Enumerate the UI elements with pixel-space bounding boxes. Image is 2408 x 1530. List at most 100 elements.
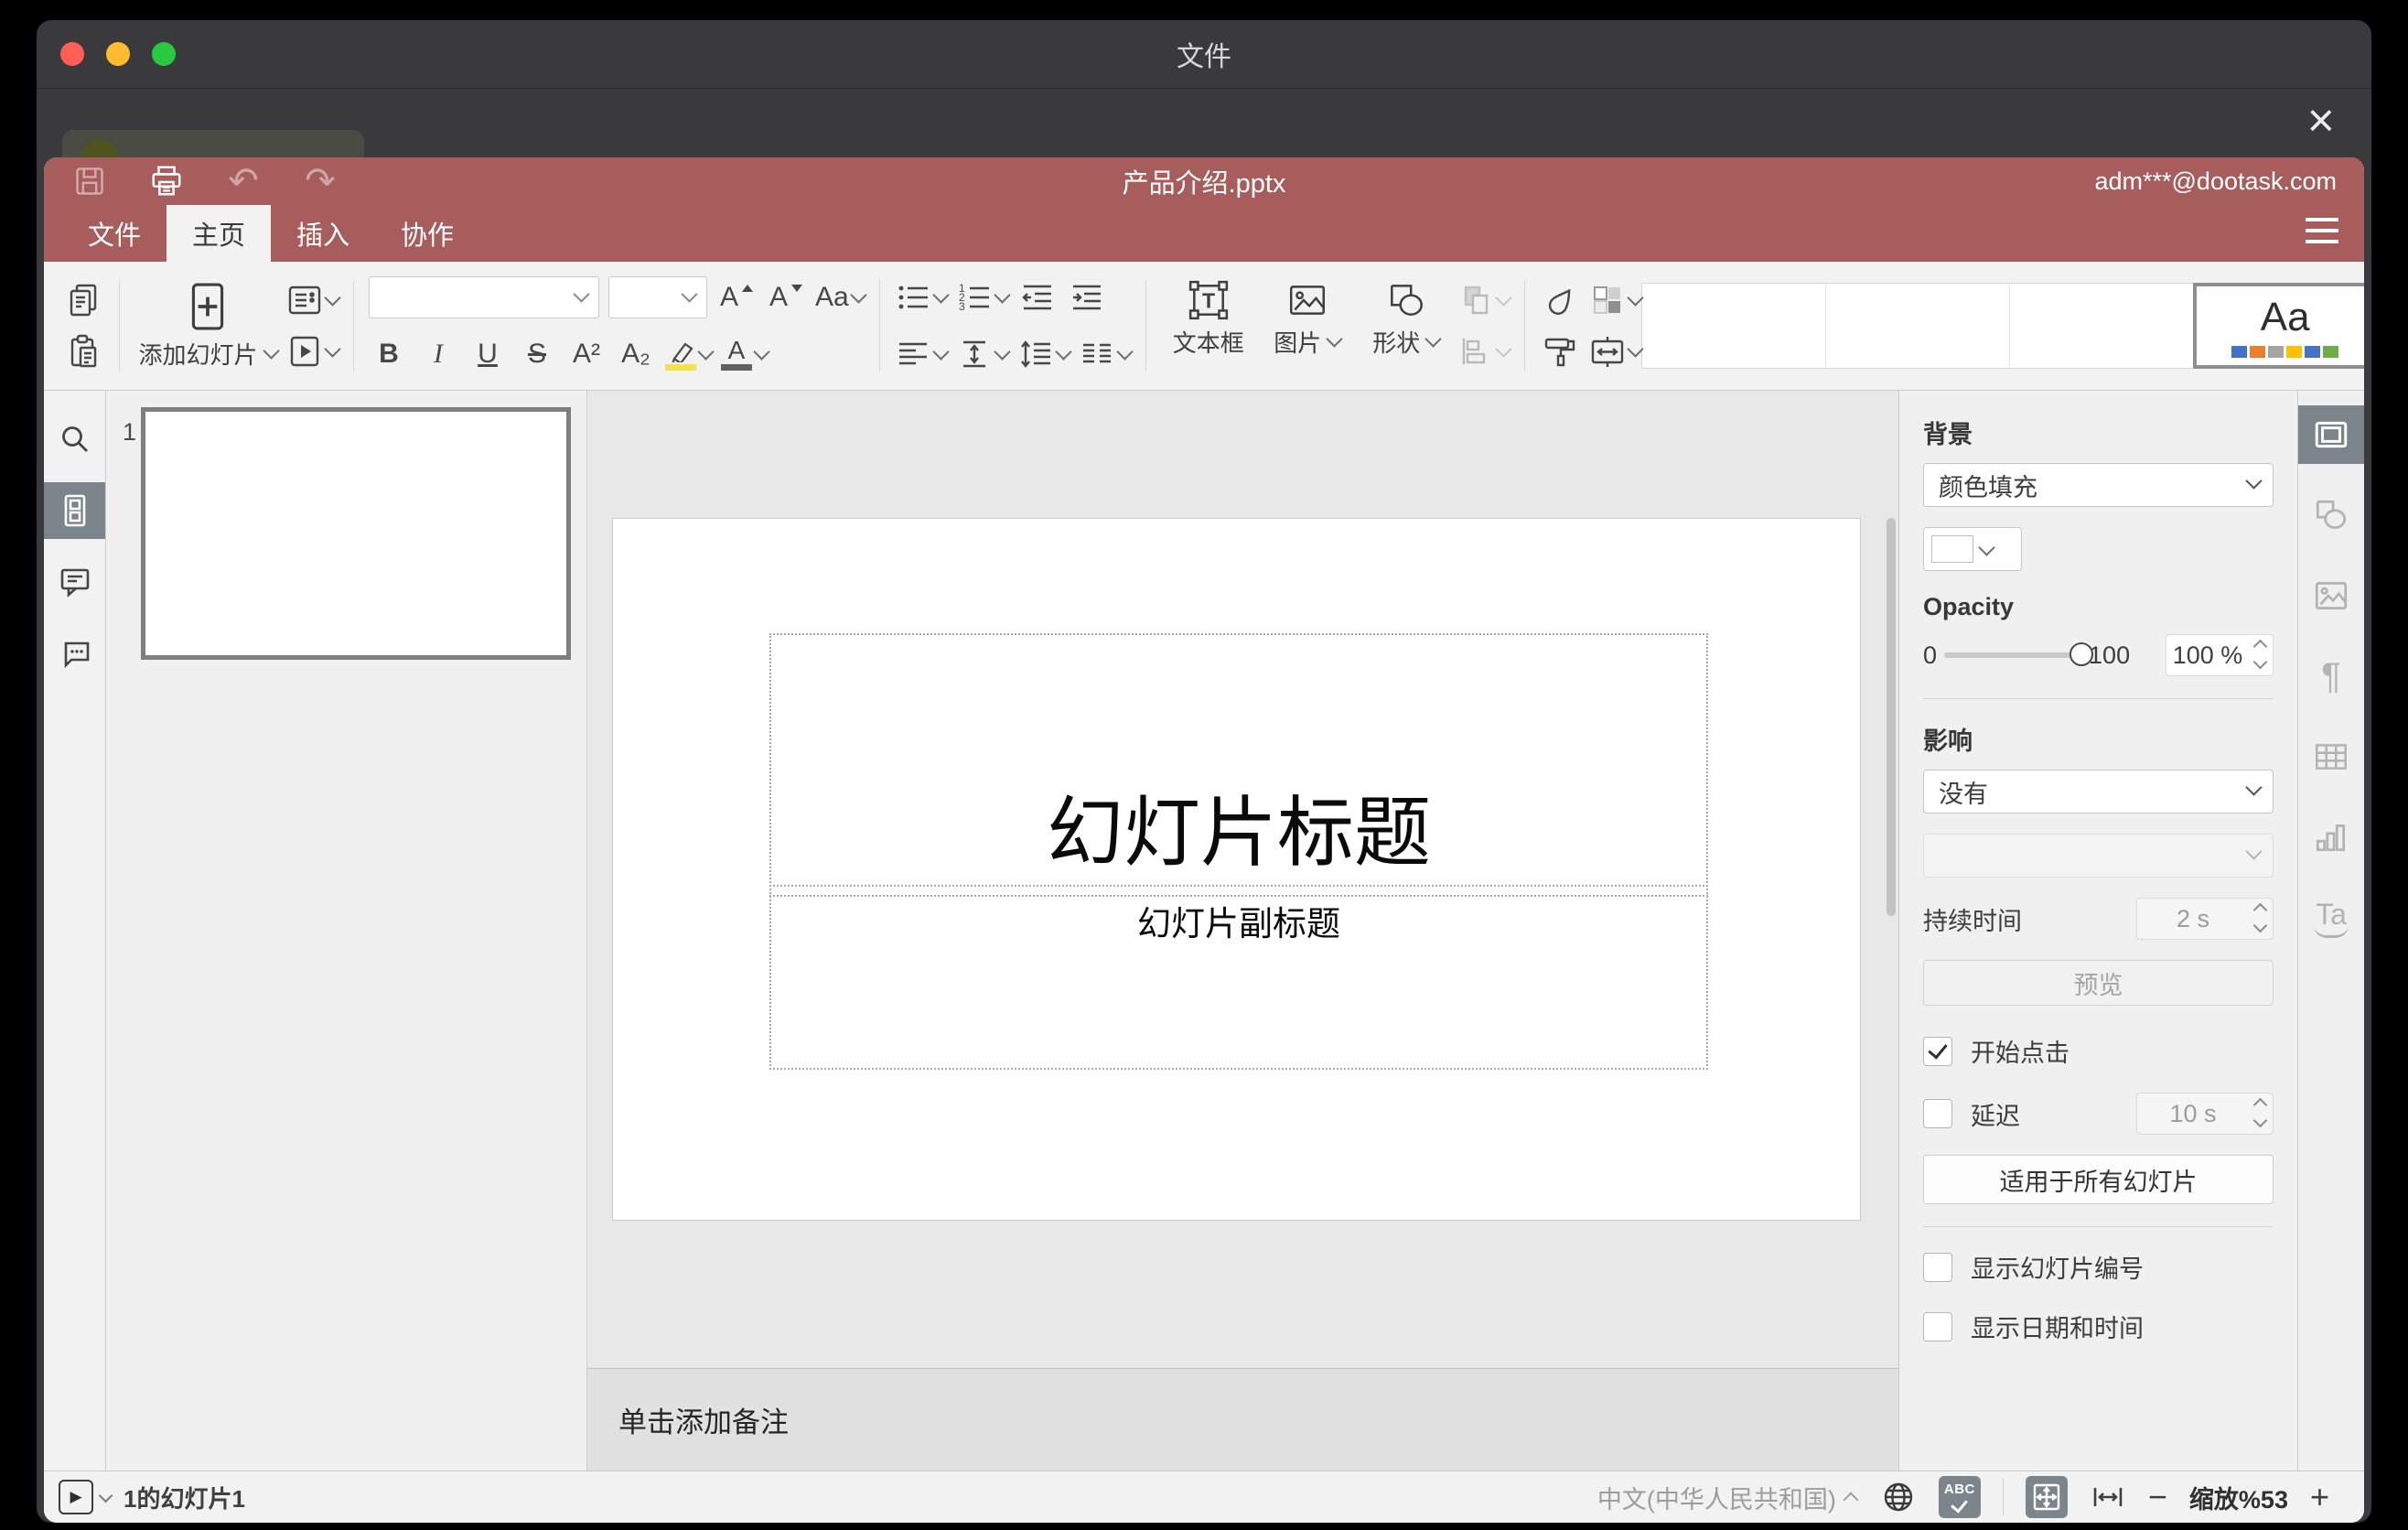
table-settings-tab[interactable] — [2298, 727, 2364, 786]
fit-to-slide-button[interactable] — [2025, 1476, 2068, 1518]
slide-position-label: 1的幻灯片1 — [124, 1484, 245, 1513]
numbering-button[interactable]: 123 — [956, 276, 1011, 318]
slide[interactable]: 幻灯片标题 幻灯片副标题 — [612, 518, 1861, 1221]
apply-to-all-slides-button[interactable]: 适用于所有幻灯片 — [1923, 1155, 2274, 1204]
canvas-scrollbar[interactable] — [1887, 518, 1896, 916]
start-slideshow-statusbar-button[interactable]: ▶ — [59, 1480, 93, 1514]
shape-settings-tab[interactable] — [2298, 486, 2364, 544]
start-slideshow-button[interactable] — [286, 330, 341, 372]
theme-option-blank-2[interactable] — [1825, 284, 2010, 368]
slide-thumbnail[interactable] — [141, 407, 571, 660]
textart-settings-tab[interactable]: Ta — [2298, 889, 2364, 947]
print-icon[interactable] — [148, 163, 185, 199]
insert-textbox-button[interactable]: T 文本框 — [1161, 279, 1256, 372]
slide-thumbnail-panel: 1 — [106, 391, 587, 1471]
notes-area[interactable]: 单击添加备注 — [587, 1368, 1898, 1471]
decrease-font-button[interactable]: A — [766, 276, 806, 318]
strikethrough-button[interactable]: S — [517, 333, 557, 375]
slide-layout-button[interactable] — [286, 279, 341, 321]
superscript-button[interactable]: A² — [566, 333, 607, 375]
theme-option-blank-3[interactable] — [2009, 284, 2194, 368]
bullets-button[interactable] — [895, 276, 950, 318]
font-size-combo[interactable] — [608, 276, 707, 318]
zoom-in-button[interactable]: + — [2310, 1481, 2329, 1514]
quick-access-toolbar: ↶ ↷ — [71, 163, 339, 199]
tab-file[interactable]: 文件 — [62, 205, 167, 262]
language-selector[interactable]: 中文(中华人民共和国) — [1597, 1480, 1859, 1515]
close-editor-button[interactable]: × — [2307, 97, 2335, 145]
show-date-checkbox[interactable] — [1923, 1311, 1952, 1341]
slider-knob[interactable] — [2069, 642, 2094, 666]
bold-button[interactable]: B — [369, 333, 409, 375]
columns-button[interactable] — [1079, 333, 1134, 375]
color-swatch — [1931, 535, 1973, 563]
redo-icon[interactable]: ↷ — [302, 163, 339, 199]
color-scheme-button[interactable] — [1589, 279, 1644, 321]
slide-canvas[interactable]: 幻灯片标题 幻灯片副标题 — [587, 391, 1898, 1368]
background-color-picker[interactable] — [1923, 527, 2022, 571]
background-fill-select[interactable]: 颜色填充 — [1923, 463, 2274, 507]
globe-icon[interactable] — [1880, 1479, 1917, 1515]
insert-image-button[interactable]: 图片 — [1260, 279, 1355, 372]
start-on-click-checkbox[interactable] — [1923, 1036, 1952, 1066]
theme-option-selected[interactable]: Aa — [2192, 283, 2364, 369]
zoom-out-button[interactable]: − — [2148, 1481, 2167, 1514]
theme-color-swatch — [2305, 345, 2321, 358]
slides-panel-button[interactable] — [44, 482, 105, 539]
paragraph-settings-tab[interactable]: ¶ — [2298, 647, 2364, 706]
arrange-shape-button[interactable] — [1457, 279, 1512, 321]
show-slide-number-checkbox[interactable] — [1923, 1252, 1952, 1282]
paste-icon[interactable] — [64, 330, 104, 372]
save-icon[interactable] — [71, 163, 108, 199]
window-title: 文件 — [1177, 42, 1231, 72]
app-window: 文件 × ↶ ↷ 产品介绍.pptx adm***@dootask.com 文件… — [37, 20, 2371, 1523]
copy-icon[interactable] — [64, 279, 104, 321]
undo-icon[interactable]: ↶ — [225, 163, 262, 199]
opacity-spinner[interactable]: 100 % — [2166, 634, 2274, 676]
spellcheck-button[interactable]: ABC — [1938, 1476, 1981, 1518]
italic-button[interactable]: I — [418, 333, 458, 375]
theme-preview-text: Aa — [2260, 294, 2310, 339]
search-button[interactable] — [44, 411, 105, 468]
add-slide-button[interactable]: 添加幻灯片 — [134, 279, 281, 372]
tab-insert[interactable]: 插入 — [271, 205, 375, 262]
horizontal-align-button[interactable] — [895, 333, 950, 375]
image-settings-tab[interactable] — [2298, 566, 2364, 625]
svg-text:T: T — [1202, 288, 1215, 312]
menu-icon[interactable] — [2306, 218, 2338, 243]
tab-collaboration[interactable]: 协作 — [375, 205, 479, 262]
tab-home[interactable]: 主页 — [167, 205, 272, 262]
line-spacing-button[interactable] — [1017, 333, 1072, 375]
chevron-down-icon[interactable] — [98, 1488, 113, 1503]
title-placeholder[interactable]: 幻灯片标题 — [769, 633, 1708, 897]
clear-style-button[interactable] — [1540, 279, 1580, 321]
increase-font-button[interactable]: A — [716, 276, 757, 318]
slide-size-button[interactable] — [1589, 330, 1644, 372]
increase-indent-button[interactable] — [1067, 276, 1107, 318]
underline-button[interactable]: U — [468, 333, 508, 375]
slide-settings-tab[interactable] — [2298, 405, 2364, 464]
highlight-color-button[interactable] — [665, 333, 715, 375]
effect-select[interactable]: 没有 — [1923, 770, 2274, 813]
spinner-arrows[interactable] — [2252, 639, 2268, 670]
opacity-slider[interactable] — [1944, 641, 2094, 669]
theme-color-swatch — [2323, 345, 2339, 358]
vertical-align-button[interactable] — [956, 333, 1011, 375]
theme-option-blank-1[interactable] — [1641, 284, 1826, 368]
style-group — [1540, 279, 1644, 372]
subscript-button[interactable]: A₂ — [616, 333, 656, 375]
font-color-button[interactable]: A — [721, 333, 770, 375]
insert-shape-button[interactable]: 形状 — [1359, 279, 1454, 372]
chat-button[interactable] — [44, 625, 105, 682]
copy-style-button[interactable] — [1540, 330, 1580, 372]
chart-settings-tab[interactable] — [2298, 808, 2364, 867]
align-shape-button[interactable] — [1457, 330, 1512, 372]
change-case-button[interactable]: Aa — [815, 276, 867, 318]
chevron-down-icon — [1495, 339, 1512, 358]
comments-button[interactable] — [44, 554, 105, 610]
decrease-indent-button[interactable] — [1017, 276, 1058, 318]
delay-checkbox[interactable] — [1923, 1099, 1952, 1128]
subtitle-placeholder[interactable]: 幻灯片副标题 — [769, 885, 1708, 1070]
fit-to-width-button[interactable] — [2090, 1479, 2126, 1515]
font-name-combo[interactable] — [369, 276, 599, 318]
